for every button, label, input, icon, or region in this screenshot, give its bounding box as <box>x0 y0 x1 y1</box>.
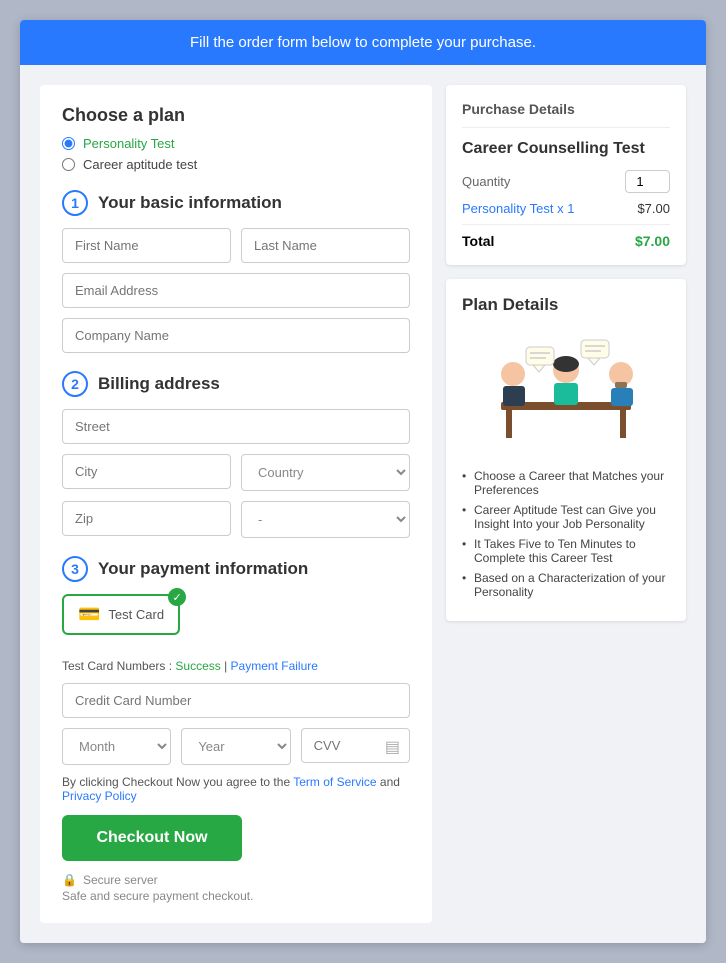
plan-bullet-0: Choose a Career that Matches your Prefer… <box>462 469 670 497</box>
credit-card-icon: 💳 <box>78 604 100 625</box>
plan-option-personality[interactable]: Personality Test <box>62 136 410 151</box>
test-card-label: Test Card Numbers : <box>62 659 172 673</box>
plan-bullets: Choose a Career that Matches your Prefer… <box>462 469 670 599</box>
left-panel: Choose a plan Personality Test Career ap… <box>40 85 432 923</box>
street-group <box>62 409 410 444</box>
email-group <box>62 273 410 308</box>
item-price: $7.00 <box>637 201 670 216</box>
secure-info: 🔒 Secure server Safe and secure payment … <box>62 873 410 903</box>
step2-header: 2 Billing address <box>62 371 410 397</box>
purchase-product-name: Career Counselling Test <box>462 140 670 158</box>
checkout-notice-text: By clicking Checkout Now you agree to th… <box>62 775 293 789</box>
year-group: Year <box>181 728 290 765</box>
card-option-wrapper: 💳 Test Card ✓ <box>62 594 410 647</box>
item-row: Personality Test x 1 $7.00 <box>462 201 670 216</box>
zip-state-row: - <box>62 501 410 538</box>
city-input[interactable] <box>62 454 231 489</box>
first-name-group <box>62 228 231 263</box>
checkout-notice: By clicking Checkout Now you agree to th… <box>62 775 410 803</box>
choose-plan-title: Choose a plan <box>62 105 410 126</box>
main-content: Choose a plan Personality Test Career ap… <box>20 65 706 943</box>
test-card-numbers: Test Card Numbers : Success | Payment Fa… <box>62 659 410 673</box>
card-option[interactable]: 💳 Test Card ✓ <box>62 594 180 635</box>
cvv-group: ▤ <box>301 728 410 765</box>
cc-number-group <box>62 683 410 718</box>
last-name-input[interactable] <box>241 228 410 263</box>
plan-bullet-1: Career Aptitude Test can Give you Insigh… <box>462 503 670 531</box>
step3-header: 3 Your payment information <box>62 556 410 582</box>
plan-bullet-2: It Takes Five to Ten Minutes to Complete… <box>462 537 670 565</box>
item-label[interactable]: Personality Test x 1 <box>462 201 574 216</box>
right-panel: Purchase Details Career Counselling Test… <box>446 85 686 923</box>
step1-header: 1 Your basic information <box>62 190 410 216</box>
last-name-group <box>241 228 410 263</box>
checkout-button[interactable]: Checkout Now <box>62 815 242 861</box>
lock-icon: 🔒 <box>62 873 77 887</box>
year-select[interactable]: Year <box>181 728 290 765</box>
plan-choice-section: Choose a plan Personality Test Career ap… <box>62 105 410 172</box>
plan-option-career[interactable]: Career aptitude test <box>62 157 410 172</box>
company-input[interactable] <box>62 318 410 353</box>
zip-group <box>62 501 231 538</box>
lock-line: 🔒 Secure server <box>62 873 410 887</box>
email-row <box>62 273 410 308</box>
country-select[interactable]: Country <box>241 454 410 491</box>
step3-title: Your payment information <box>98 559 308 579</box>
cvv-row: Month Year ▤ <box>62 728 410 765</box>
city-group <box>62 454 231 491</box>
card-label: Test Card <box>108 607 164 622</box>
cc-number-row <box>62 683 410 718</box>
state-select[interactable]: - <box>241 501 410 538</box>
banner-text: Fill the order form below to complete yo… <box>190 34 536 51</box>
quantity-row: Quantity <box>462 170 670 193</box>
street-row <box>62 409 410 444</box>
top-banner: Fill the order form below to complete yo… <box>20 20 706 65</box>
quantity-label: Quantity <box>462 174 510 189</box>
step1-circle: 1 <box>62 190 88 216</box>
plan-label-personality: Personality Test <box>83 136 175 151</box>
email-input[interactable] <box>62 273 410 308</box>
privacy-link[interactable]: Privacy Policy <box>62 789 137 803</box>
total-price: $7.00 <box>635 233 670 249</box>
cc-number-input[interactable] <box>62 683 410 718</box>
quantity-input[interactable] <box>625 170 670 193</box>
plan-details-title: Plan Details <box>462 295 670 315</box>
and-text: and <box>377 775 400 789</box>
plan-radio-personality[interactable] <box>62 137 75 150</box>
first-name-input[interactable] <box>62 228 231 263</box>
success-link[interactable]: Success <box>175 659 220 673</box>
secure-desc: Safe and secure payment checkout. <box>62 889 410 903</box>
plan-label-career: Career aptitude test <box>83 157 197 172</box>
secure-label: Secure server <box>83 873 158 887</box>
step2-title: Billing address <box>98 374 220 394</box>
step1-title: Your basic information <box>98 193 282 213</box>
month-group: Month <box>62 728 171 765</box>
career-illustration <box>462 327 670 457</box>
purchase-details-card: Purchase Details Career Counselling Test… <box>446 85 686 265</box>
city-country-row: Country <box>62 454 410 491</box>
country-group: Country <box>241 454 410 491</box>
company-row <box>62 318 410 353</box>
card-check-icon: ✓ <box>168 588 186 606</box>
plan-radio-career[interactable] <box>62 158 75 171</box>
purchase-details-header: Purchase Details <box>462 101 670 128</box>
total-label: Total <box>462 233 494 249</box>
step3-circle: 3 <box>62 556 88 582</box>
state-group: - <box>241 501 410 538</box>
total-row: Total $7.00 <box>462 224 670 249</box>
terms-link[interactable]: Term of Service <box>293 775 376 789</box>
plan-details-card: Plan Details <box>446 279 686 621</box>
company-group <box>62 318 410 353</box>
month-select[interactable]: Month <box>62 728 171 765</box>
zip-input[interactable] <box>62 501 231 536</box>
plan-bullet-3: Based on a Characterization of your Pers… <box>462 571 670 599</box>
street-input[interactable] <box>62 409 410 444</box>
step2-circle: 2 <box>62 371 88 397</box>
name-row <box>62 228 410 263</box>
failure-link[interactable]: Payment Failure <box>231 659 318 673</box>
cvv-card-icon: ▤ <box>385 737 400 757</box>
page-wrapper: Fill the order form below to complete yo… <box>20 20 706 943</box>
